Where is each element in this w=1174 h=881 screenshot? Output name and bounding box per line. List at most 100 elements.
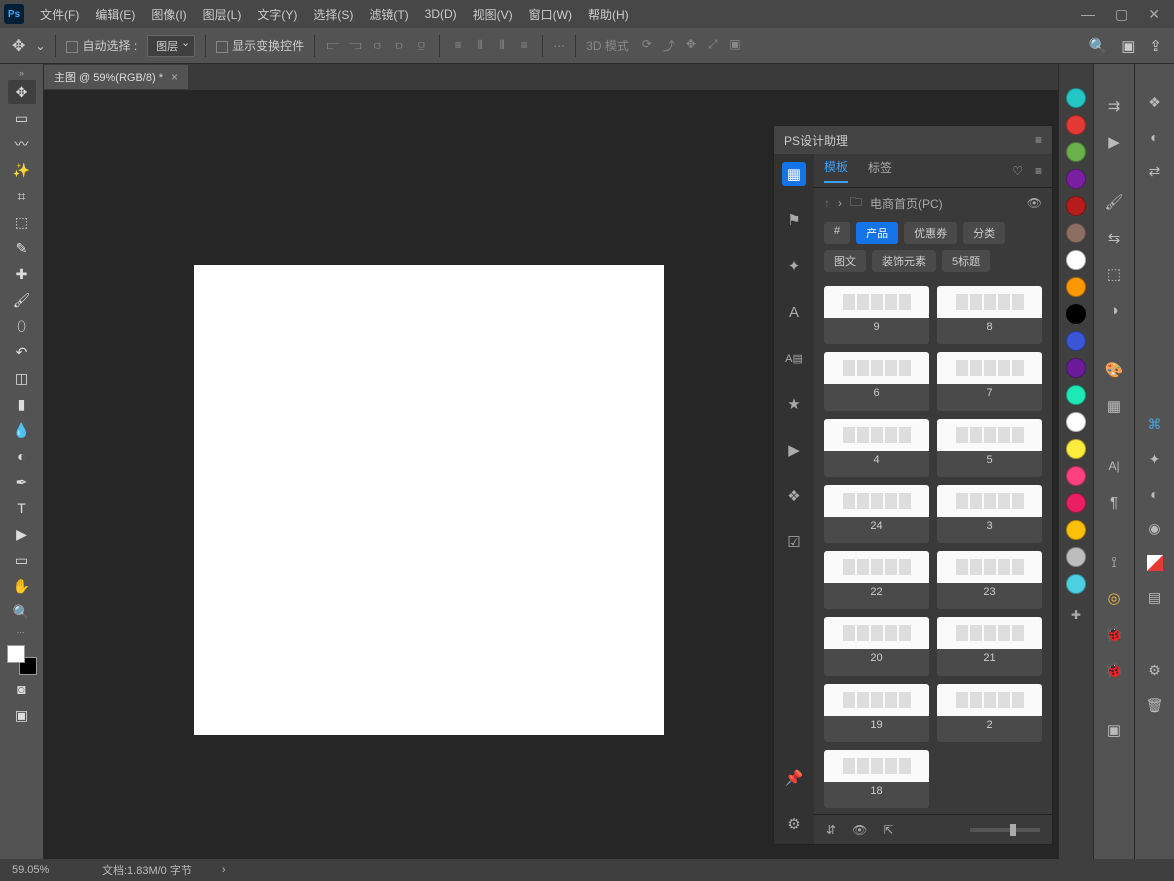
template-item[interactable]: 9 (824, 286, 929, 344)
bug-icon[interactable]: 🐞 (1102, 622, 1126, 646)
target-icon[interactable]: ◎ (1102, 586, 1126, 610)
menu-filter[interactable]: 滤镜(T) (361, 6, 416, 23)
menu-icon[interactable]: ≡ (1035, 133, 1042, 147)
filter-icon[interactable]: ♡ (1012, 164, 1023, 178)
play-icon[interactable]: ▶ (1102, 130, 1126, 154)
3d-cam-icon[interactable]: ▣ (727, 37, 743, 54)
new-icon[interactable]: ▤ (1148, 589, 1161, 606)
template-item[interactable]: 21 (937, 617, 1042, 675)
template-item[interactable]: 4 (824, 419, 929, 477)
palette-icon[interactable]: 🎨 (1102, 358, 1126, 382)
sort-icon[interactable]: ⇵ (826, 823, 836, 837)
magic-wand-tool[interactable]: ✨ (8, 158, 36, 182)
document-tab[interactable]: 主图 @ 59%(RGB/8) * × (44, 65, 188, 89)
color-swatch[interactable] (1066, 574, 1086, 594)
align-top-icon[interactable]: ⫍ (325, 38, 341, 53)
color-swatch[interactable] (1066, 115, 1086, 135)
hand-tool[interactable]: ✋ (8, 574, 36, 598)
zoom-slider[interactable] (970, 828, 1040, 832)
pin-icon[interactable]: 📌 (782, 766, 806, 790)
pen-tool[interactable]: ✒ (8, 470, 36, 494)
screenmode-tool[interactable]: ▣ (8, 703, 36, 727)
newfill-icon[interactable]: ◉ (1148, 520, 1160, 537)
link-icon[interactable]: ⌘ (1148, 416, 1162, 433)
color-swatch[interactable] (1066, 142, 1086, 162)
template-item[interactable]: 8 (937, 286, 1042, 344)
color-swatch[interactable] (1066, 466, 1086, 486)
path-select-tool[interactable]: ▶ (8, 522, 36, 546)
gear-icon[interactable]: ⚙ (1148, 662, 1161, 679)
tag-category[interactable]: 分类 (963, 222, 1005, 244)
move-tool[interactable]: ✥ (8, 80, 36, 104)
trash-icon[interactable]: 🗑 (1146, 697, 1164, 714)
frame-tool[interactable]: ⬚ (8, 210, 36, 234)
quickmask-tool[interactable]: ◙ (8, 677, 36, 701)
menu-file[interactable]: 文件(F) (32, 6, 87, 23)
color-swatch[interactable] (1066, 223, 1086, 243)
paths-icon[interactable]: ⇄ (1149, 163, 1161, 180)
paragraph-icon[interactable]: ¶ (1102, 490, 1126, 514)
breadcrumb-label[interactable]: 电商首页(PC) (870, 195, 943, 212)
play-icon[interactable]: ▶ (782, 438, 806, 462)
blur-tool[interactable]: 💧 (8, 418, 36, 442)
favorites-icon[interactable]: ★ (782, 392, 806, 416)
color-swatch[interactable] (1066, 412, 1086, 432)
tag-title[interactable]: 5标题 (942, 250, 990, 272)
layers-icon[interactable]: ❖ (782, 484, 806, 508)
auto-select-checkbox[interactable]: 自动选择 : (66, 37, 137, 54)
template-item[interactable]: 6 (824, 352, 929, 410)
text-icon[interactable]: A (782, 300, 806, 324)
zoom-level[interactable]: 59.05% (12, 864, 72, 876)
menu-image[interactable]: 图像(I) (143, 6, 194, 23)
distribute-icon[interactable]: ⦀ (472, 38, 488, 53)
color-swatch[interactable] (1066, 358, 1086, 378)
show-transform-checkbox[interactable]: 显示变换控件 (216, 37, 304, 54)
menu-select[interactable]: 选择(S) (305, 6, 361, 23)
tag-product[interactable]: 产品 (856, 222, 898, 244)
align-hcenter-icon[interactable]: ⫑ (413, 38, 429, 53)
eye-icon[interactable]: 👁 (852, 823, 867, 837)
align-vcenter-icon[interactable]: ⫎ (347, 38, 363, 53)
document-canvas[interactable] (194, 265, 664, 735)
more-icon[interactable]: ⋯ (553, 39, 565, 53)
menu-layer[interactable]: 图层(L) (195, 6, 250, 23)
layers-icon[interactable]: ❖ (1148, 94, 1161, 111)
crop-tool[interactable]: ⌗ (8, 184, 36, 208)
eyedropper-tool[interactable]: ✎ (8, 236, 36, 260)
color-swatch[interactable] (1066, 277, 1086, 297)
minimize-icon[interactable]: — (1081, 6, 1095, 23)
fx-icon[interactable]: ✦ (1149, 451, 1161, 468)
hairpin-icon[interactable]: ⟟ (1102, 550, 1126, 574)
rectangle-tool[interactable]: ▭ (8, 548, 36, 572)
channels-icon[interactable]: ◐ (1150, 129, 1158, 145)
grid-icon[interactable]: ▦ (1102, 394, 1126, 418)
template-item[interactable]: 2 (937, 684, 1042, 742)
template-item[interactable]: 5 (937, 419, 1042, 477)
tag-hash[interactable]: # (824, 222, 850, 244)
search-icon[interactable]: 🔍 (1089, 37, 1108, 55)
3d-pan-icon[interactable]: ✥ (683, 37, 699, 54)
color-swatch[interactable] (7, 645, 37, 675)
template-item[interactable]: 20 (824, 617, 929, 675)
mask-icon[interactable]: ◐ (1150, 486, 1158, 502)
ladybug-icon[interactable]: 🐞 (1102, 658, 1126, 682)
tag-imagetext[interactable]: 图文 (824, 250, 866, 272)
distribute-icon[interactable]: ≡ (450, 38, 466, 53)
group-icon[interactable] (1147, 555, 1163, 571)
menu-text[interactable]: 文字(Y) (249, 6, 305, 23)
template-item[interactable]: 24 (824, 485, 929, 543)
doc-info[interactable]: 文档:1.83M/0 字节 (102, 862, 192, 878)
edit-toolbar-icon[interactable]: ⋯ (17, 628, 27, 637)
color-swatch[interactable] (1066, 493, 1086, 513)
color-swatch[interactable] (1066, 385, 1086, 405)
brush-icon[interactable]: 🖌 (1102, 190, 1126, 214)
color-swatch[interactable] (1066, 250, 1086, 270)
gradient-tool[interactable]: ▮ (8, 392, 36, 416)
tool-preset-dropdown-icon[interactable]: ⌄ (35, 39, 45, 53)
type-tool[interactable]: T (8, 496, 36, 520)
lasso-tool[interactable]: 〰 (8, 132, 36, 156)
eraser-tool[interactable]: ◫ (8, 366, 36, 390)
menu-view[interactable]: 视图(V) (465, 6, 521, 23)
swap-icon[interactable]: ⇆ (1102, 226, 1126, 250)
3d-roll-icon[interactable]: ⤴ (661, 37, 677, 54)
